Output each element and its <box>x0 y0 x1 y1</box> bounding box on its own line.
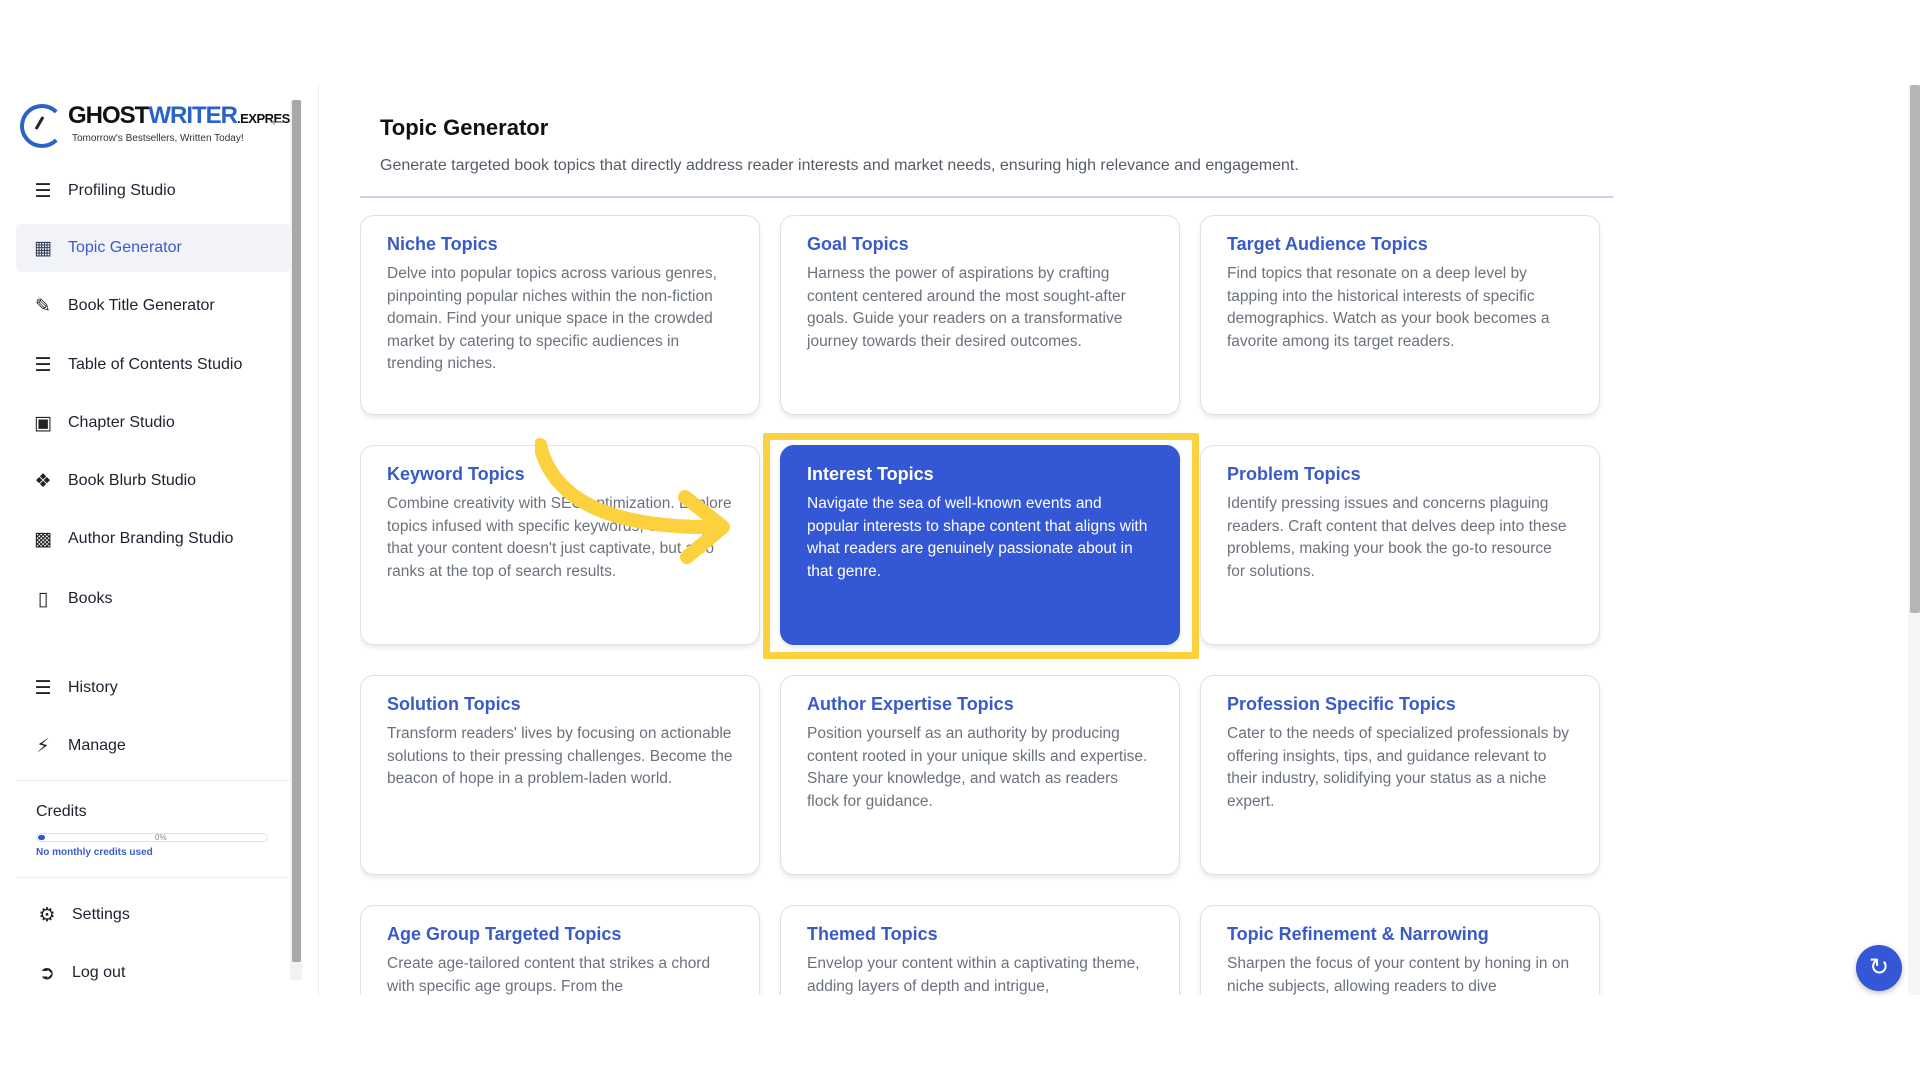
sidebar-item-label: Chapter Studio <box>68 414 175 431</box>
card-description: Navigate the sea of well-known events an… <box>807 495 1148 580</box>
sidebar-item-label: Profiling Studio <box>68 182 176 199</box>
card-title: Problem Topics <box>1227 464 1361 484</box>
topic-card-interest[interactable]: Interest Topics Navigate the sea of well… <box>780 445 1180 645</box>
sidebar-item-label: Book Title Generator <box>68 297 215 314</box>
sidebar-item-label: History <box>68 679 118 696</box>
credits-percent: 0% <box>155 833 167 842</box>
card-title: Topic Refinement & Narrowing <box>1227 924 1489 944</box>
card-title: Target Audience Topics <box>1227 234 1428 254</box>
card-title: Themed Topics <box>807 924 938 944</box>
logout-icon: ➲ <box>39 962 55 984</box>
topic-card-topic-refinement[interactable]: Topic Refinement & Narrowing Sharpen the… <box>1200 905 1600 995</box>
sidebar: GHOSTWRITER.EXPRESS Tomorrow's Bestselle… <box>14 85 304 995</box>
blurb-icon: ❖ <box>34 470 52 492</box>
refresh-fab-button[interactable]: ↻ <box>1856 945 1902 991</box>
sidebar-item-label: Manage <box>68 737 126 754</box>
sidebar-item-author-branding-studio[interactable]: ▩ Author Branding Studio <box>16 515 290 563</box>
header-divider <box>360 196 1613 198</box>
topic-card-niche[interactable]: Niche Topics Delve into popular topics a… <box>360 215 760 415</box>
sidebar-item-books[interactable]: ▯ Books <box>16 575 290 623</box>
card-title: Interest Topics <box>807 464 934 484</box>
credits-progress-fill <box>38 835 45 840</box>
topic-card-themed[interactable]: Themed Topics Envelop your content withi… <box>780 905 1180 995</box>
lightning-icon: ⚡ <box>36 735 50 757</box>
page-scrollbar-thumb[interactable] <box>1910 85 1920 613</box>
sidebar-item-label: Settings <box>72 906 130 923</box>
credits-panel: Credits 0% No monthly credits used <box>16 780 290 878</box>
card-description: Cater to the needs of specialized profes… <box>1227 725 1570 810</box>
main-content: Topic Generator Generate targeted book t… <box>360 85 1620 995</box>
sidebar-item-book-blurb-studio[interactable]: ❖ Book Blurb Studio <box>16 457 290 505</box>
card-title: Niche Topics <box>387 234 498 254</box>
sidebar-item-label: Author Branding Studio <box>68 530 234 547</box>
topic-card-solution[interactable]: Solution Topics Transform readers' lives… <box>360 675 760 875</box>
refresh-icon: ↻ <box>1868 954 1890 981</box>
card-description: Identify pressing issues and concerns pl… <box>1227 495 1567 580</box>
sidebar-item-label: Book Blurb Studio <box>68 472 197 489</box>
card-description: Envelop your content within a captivatin… <box>807 955 1140 995</box>
sidebar-item-label: Topic Generator <box>68 239 182 256</box>
card-description: Position yourself as an authority by pro… <box>807 725 1148 810</box>
credits-progress-bar: 0% <box>36 833 268 842</box>
chapter-book-icon: ▣ <box>34 412 52 434</box>
topic-card-keyword[interactable]: Keyword Topics Combine creativity with S… <box>360 445 760 645</box>
card-description: Delve into popular topics across various… <box>387 265 717 372</box>
app-logo[interactable]: GHOSTWRITER.EXPRESS Tomorrow's Bestselle… <box>20 100 299 150</box>
card-title: Age Group Targeted Topics <box>387 924 622 944</box>
sidebar-item-table-of-contents-studio[interactable]: ☰ Table of Contents Studio <box>16 341 290 389</box>
sidebar-item-chapter-studio[interactable]: ▣ Chapter Studio <box>16 399 290 447</box>
card-title: Profession Specific Topics <box>1227 694 1456 714</box>
credits-note: No monthly credits used <box>36 847 153 858</box>
books-icon: ▯ <box>37 588 49 610</box>
sidebar-divider <box>318 85 319 995</box>
topic-card-author-expertise[interactable]: Author Expertise Topics Position yoursel… <box>780 675 1180 875</box>
sidebar-item-settings[interactable]: ⚙ Settings <box>16 891 290 939</box>
card-title: Author Expertise Topics <box>807 694 1014 714</box>
history-list-icon: ☰ <box>34 677 52 699</box>
arrow-left-icon: ← <box>267 106 289 131</box>
card-description: Combine creativity with SEO optimization… <box>387 495 732 580</box>
topic-card-age-group[interactable]: Age Group Targeted Topics Create age-tai… <box>360 905 760 995</box>
card-description: Harness the power of aspirations by craf… <box>807 265 1126 350</box>
card-description: Find topics that resonate on a deep leve… <box>1227 265 1550 350</box>
gears-icon: ⚙ <box>38 904 56 926</box>
stopwatch-logo-icon <box>20 104 64 148</box>
profile-list-icon: ☰ <box>34 180 52 202</box>
sidebar-item-profiling-studio[interactable]: ☰ Profiling Studio <box>16 167 290 215</box>
topic-card-profession-specific[interactable]: Profession Specific Topics Cater to the … <box>1200 675 1600 875</box>
logo-tagline: Tomorrow's Bestsellers, Written Today! <box>72 133 244 144</box>
sidebar-item-manage[interactable]: ⚡ Manage <box>16 722 290 770</box>
sidebar-item-label: Log out <box>72 964 126 981</box>
sidebar-item-label: Table of Contents Studio <box>68 356 243 373</box>
sidebar-item-history[interactable]: ☰ History <box>16 664 290 712</box>
page-subtitle: Generate targeted book topics that direc… <box>380 157 1299 174</box>
sidebar-item-book-title-generator[interactable]: ✎ Book Title Generator <box>16 282 290 330</box>
card-description: Transform readers' lives by focusing on … <box>387 725 733 787</box>
page-scrollbar[interactable] <box>1908 85 1920 995</box>
collapse-sidebar-button[interactable]: ← <box>264 105 292 133</box>
topic-card-goal[interactable]: Goal Topics Harness the power of aspirat… <box>780 215 1180 415</box>
contents-list-icon: ☰ <box>34 354 52 376</box>
sidebar-scrollbar[interactable] <box>290 100 302 980</box>
topic-card-problem[interactable]: Problem Topics Identify pressing issues … <box>1200 445 1600 645</box>
book-pen-icon: ✎ <box>35 295 51 317</box>
credits-title: Credits <box>36 803 87 820</box>
page-title: Topic Generator <box>380 115 549 140</box>
card-title: Keyword Topics <box>387 464 525 484</box>
card-title: Goal Topics <box>807 234 909 254</box>
topic-table-icon: ▦ <box>34 237 52 259</box>
sidebar-item-logout[interactable]: ➲ Log out <box>16 949 290 997</box>
sidebar-item-topic-generator[interactable]: ▦ Topic Generator <box>16 224 290 272</box>
sidebar-item-label: Books <box>68 590 113 607</box>
topic-card-target-audience[interactable]: Target Audience Topics Find topics that … <box>1200 215 1600 415</box>
card-description: Create age-tailored content that strikes… <box>387 955 711 995</box>
card-title: Solution Topics <box>387 694 521 714</box>
card-description: Sharpen the focus of your content by hon… <box>1227 955 1570 995</box>
branding-icon: ▩ <box>34 528 52 550</box>
sidebar-scrollbar-thumb[interactable] <box>292 100 301 962</box>
